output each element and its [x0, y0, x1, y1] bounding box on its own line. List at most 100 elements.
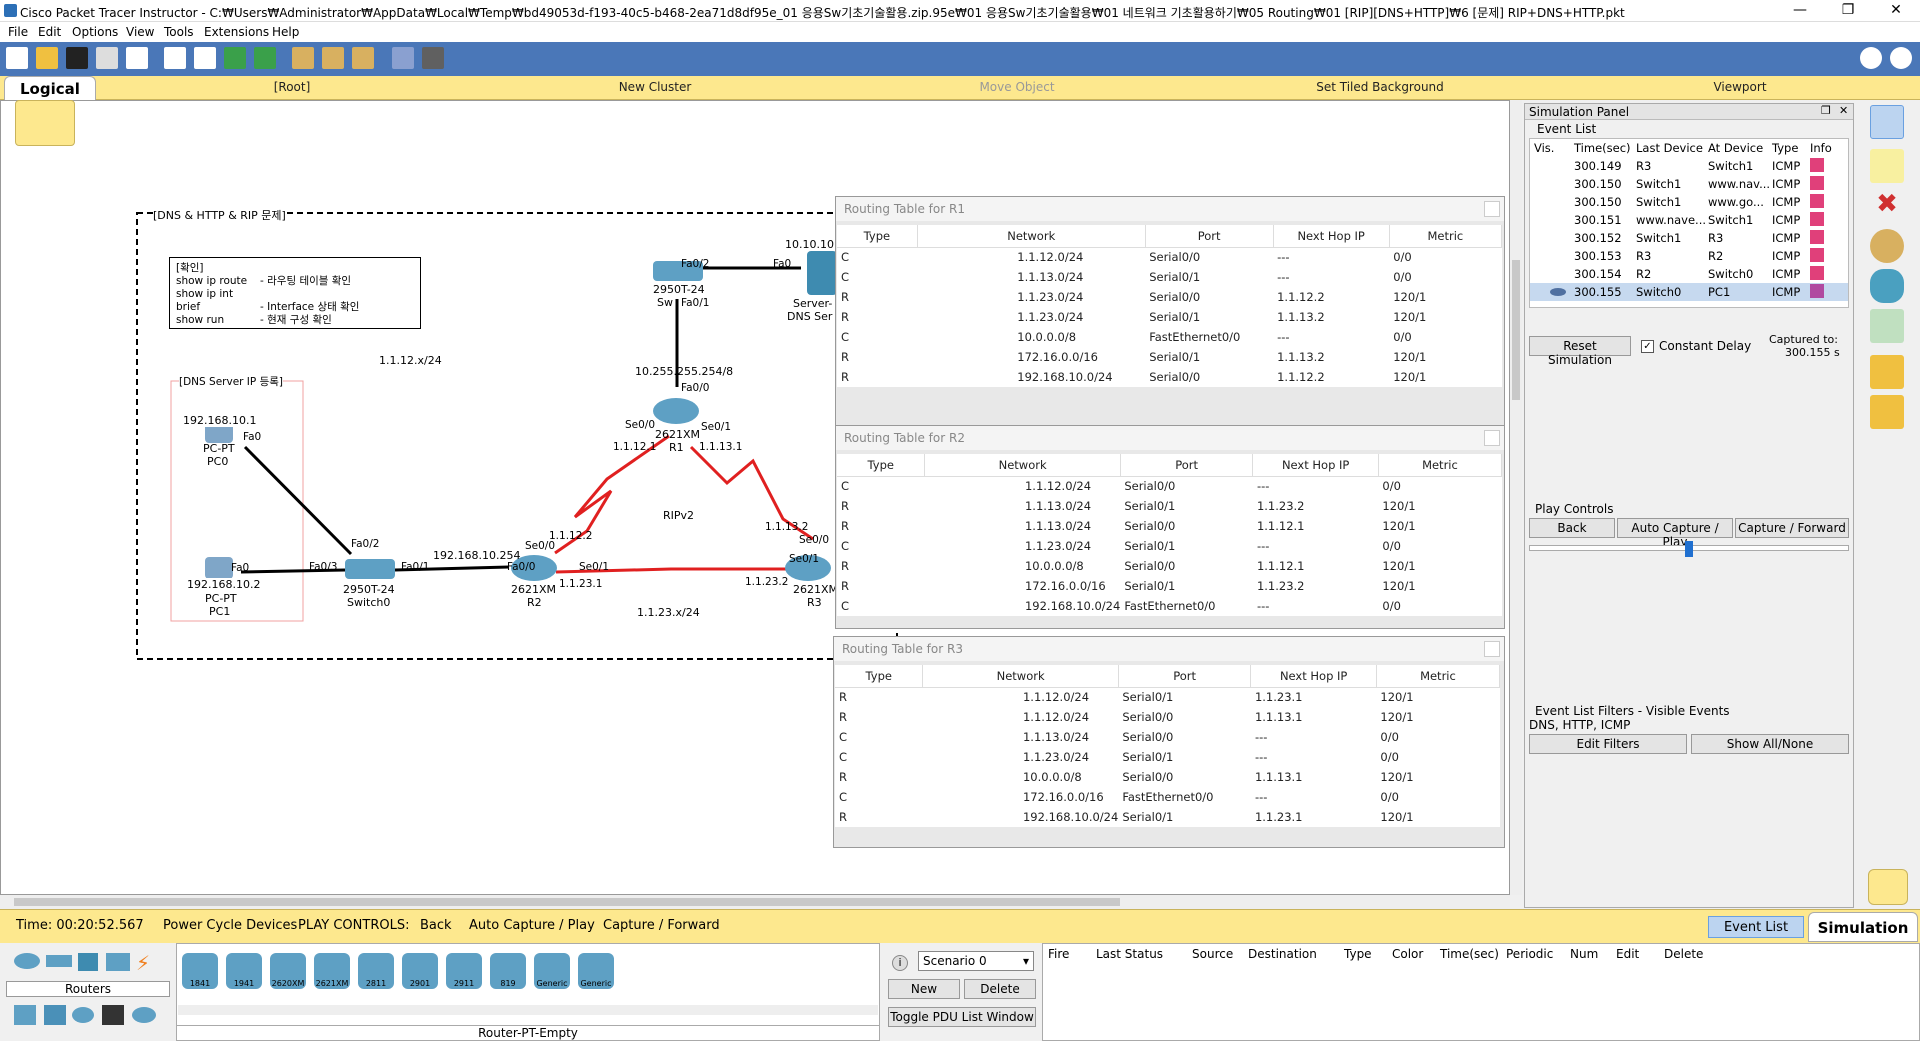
- delete-scenario-button[interactable]: Delete: [964, 979, 1036, 999]
- new-cluster-button[interactable]: New Cluster: [600, 80, 710, 94]
- show-all-none-button[interactable]: Show All/None: [1691, 734, 1849, 754]
- toggle-pdu-list-button[interactable]: Toggle PDU List Window: [888, 1007, 1036, 1027]
- table-row[interactable]: R 1.1.13.0/24 Serial0/0 1.1.12.1 120/1: [837, 516, 1502, 536]
- capture-forward-button[interactable]: Capture / Forward: [1735, 518, 1849, 538]
- move-object-button[interactable]: Move Object: [962, 80, 1072, 94]
- event-list-button[interactable]: Event List: [1708, 916, 1804, 938]
- table-row[interactable]: R 1.1.12.0/24 Serial0/1 1.1.23.1 120/1: [835, 687, 1500, 707]
- open-folder-icon[interactable]: [36, 47, 58, 69]
- table-row[interactable]: C 10.0.0.0/8 FastEthernet0/0 --- 0/0: [837, 327, 1502, 347]
- event-list-table[interactable]: Vis. Time(sec) Last Device At Device Typ…: [1529, 138, 1849, 308]
- set-tiled-bg-button[interactable]: Set Tiled Background: [1300, 80, 1460, 94]
- activity-wizard-icon[interactable]: [126, 47, 148, 69]
- model-2901[interactable]: 2901: [402, 953, 438, 989]
- zoom-in-icon[interactable]: [292, 47, 314, 69]
- table-row[interactable]: C 1.1.23.0/24 Serial0/1 --- 0/0: [835, 747, 1500, 767]
- close-icon[interactable]: ✕: [1839, 104, 1848, 117]
- wan-emulation-category-icon[interactable]: [102, 1005, 124, 1025]
- model-2811[interactable]: 2811: [358, 953, 394, 989]
- table-row[interactable]: R 1.1.23.0/24 Serial0/0 1.1.12.2 120/1: [837, 287, 1502, 307]
- model-2911[interactable]: 2911: [446, 953, 482, 989]
- back-button[interactable]: Back: [1529, 518, 1615, 538]
- status-capture-forward-button[interactable]: Capture / Forward: [603, 918, 720, 933]
- model-1841[interactable]: 1841: [182, 953, 218, 989]
- constant-delay-checkbox[interactable]: ✓: [1641, 340, 1654, 353]
- switch0-icon[interactable]: [345, 559, 395, 579]
- simulation-mode-icon[interactable]: [1868, 869, 1908, 905]
- add-simple-pdu-icon[interactable]: [1870, 355, 1904, 389]
- server-icon[interactable]: [807, 251, 837, 295]
- r1-icon[interactable]: [653, 398, 699, 424]
- menu-file[interactable]: File: [8, 25, 28, 39]
- scroll-thumb[interactable]: [14, 898, 1120, 906]
- save-icon[interactable]: [66, 47, 88, 69]
- menu-help[interactable]: Help: [272, 25, 299, 39]
- info-icon[interactable]: i: [892, 955, 908, 971]
- table-row[interactable]: R 1.1.23.0/24 Serial0/1 1.1.13.2 120/1: [837, 307, 1502, 327]
- maximize-icon[interactable]: ❐: [1828, 2, 1868, 20]
- info-icon[interactable]: [1860, 47, 1882, 69]
- reset-simulation-button[interactable]: Reset Simulation: [1529, 336, 1631, 367]
- model-generic-2[interactable]: Generic: [578, 953, 614, 989]
- add-complex-pdu-icon[interactable]: [1870, 395, 1904, 429]
- root-button[interactable]: [Root]: [252, 80, 332, 94]
- router-category-icon[interactable]: [14, 953, 40, 969]
- model-2620xm[interactable]: 2620XM: [270, 953, 306, 989]
- paste-icon[interactable]: [194, 47, 216, 69]
- model-generic-1[interactable]: Generic: [534, 953, 570, 989]
- event-row[interactable]: 300.150 Switch1 www.go... ICMP: [1530, 193, 1848, 211]
- table-row[interactable]: R 1.1.12.0/24 Serial0/0 1.1.13.1 120/1: [835, 707, 1500, 727]
- note-box[interactable]: [확인] show ip route - 라우팅 테이블 확인 show ip i…: [169, 257, 421, 329]
- table-row[interactable]: R 10.0.0.0/8 Serial0/0 1.1.12.1 120/1: [837, 556, 1502, 576]
- custom-category-icon[interactable]: [132, 1007, 156, 1023]
- minimize-icon[interactable]: —: [1780, 2, 1820, 20]
- zoom-reset-icon[interactable]: [322, 47, 344, 69]
- status-auto-capture-button[interactable]: Auto Capture / Play: [469, 918, 595, 933]
- canvas-horizontal-scrollbar[interactable]: [0, 895, 1510, 909]
- close-icon[interactable]: [1484, 201, 1500, 217]
- security-category-icon[interactable]: [72, 1007, 94, 1023]
- pc1-icon[interactable]: [205, 557, 233, 579]
- select-icon[interactable]: [1870, 105, 1904, 139]
- event-row[interactable]: 300.153 R3 R2 ICMP: [1530, 247, 1848, 265]
- draw-shape-icon[interactable]: [1870, 269, 1904, 303]
- copy-icon[interactable]: [164, 47, 186, 69]
- undock-icon[interactable]: ❐: [1821, 104, 1831, 117]
- routing-table-r3[interactable]: Routing Table for R3 Type Network Port N…: [833, 636, 1505, 848]
- close-icon[interactable]: [1484, 641, 1500, 657]
- inspect-icon[interactable]: [1870, 229, 1904, 263]
- new-scenario-button[interactable]: New: [888, 979, 960, 999]
- canvas-vertical-scrollbar[interactable]: [1510, 100, 1522, 895]
- end-devices-category-icon[interactable]: [14, 1005, 36, 1025]
- scenario-select[interactable]: Scenario 0 ▾: [918, 951, 1034, 971]
- redo-icon[interactable]: [254, 47, 276, 69]
- auto-capture-play-button[interactable]: Auto Capture / Play: [1617, 518, 1733, 549]
- edit-filters-button[interactable]: Edit Filters: [1529, 734, 1687, 754]
- table-row[interactable]: R 192.168.10.0/24 Serial0/0 1.1.12.2 120/1: [837, 367, 1502, 387]
- zoom-out-icon[interactable]: [352, 47, 374, 69]
- delete-icon[interactable]: ✖: [1870, 189, 1904, 223]
- table-row[interactable]: C 1.1.13.0/24 Serial0/0 --- 0/0: [835, 727, 1500, 747]
- viewport-button[interactable]: Viewport: [1690, 80, 1790, 94]
- status-back-button[interactable]: Back: [420, 918, 452, 933]
- resize-icon[interactable]: [1870, 309, 1904, 343]
- hub-category-icon[interactable]: [78, 953, 98, 971]
- table-row[interactable]: C 1.1.23.0/24 Serial0/1 --- 0/0: [837, 536, 1502, 556]
- print-icon[interactable]: [96, 47, 118, 69]
- wireless-category-icon[interactable]: [106, 953, 130, 971]
- close-icon[interactable]: [1484, 430, 1500, 446]
- palette-icon[interactable]: [392, 47, 414, 69]
- speed-slider-thumb[interactable]: [1685, 541, 1693, 557]
- table-row[interactable]: R 192.168.10.0/24 Serial0/1 1.1.23.1 120/1: [835, 807, 1500, 827]
- routing-table-r2[interactable]: Routing Table for R2 Type Network Port N…: [835, 425, 1505, 629]
- event-row[interactable]: 300.154 R2 Switch0 ICMP: [1530, 265, 1848, 283]
- table-row[interactable]: C 172.16.0.0/16 FastEthernet0/0 --- 0/0: [835, 787, 1500, 807]
- connections-category-icon[interactable]: ⚡: [136, 951, 158, 975]
- event-row[interactable]: 300.150 Switch1 www.nav... ICMP: [1530, 175, 1848, 193]
- components-category-icon[interactable]: [44, 1005, 66, 1025]
- model-819[interactable]: 819: [490, 953, 526, 989]
- event-row[interactable]: 300.149 R3 Switch1 ICMP: [1530, 157, 1848, 175]
- table-row[interactable]: C 192.168.10.0/24 FastEthernet0/0 --- 0/0: [837, 596, 1502, 616]
- undo-icon[interactable]: [224, 47, 246, 69]
- table-row[interactable]: R 1.1.13.0/24 Serial0/1 1.1.23.2 120/1: [837, 496, 1502, 516]
